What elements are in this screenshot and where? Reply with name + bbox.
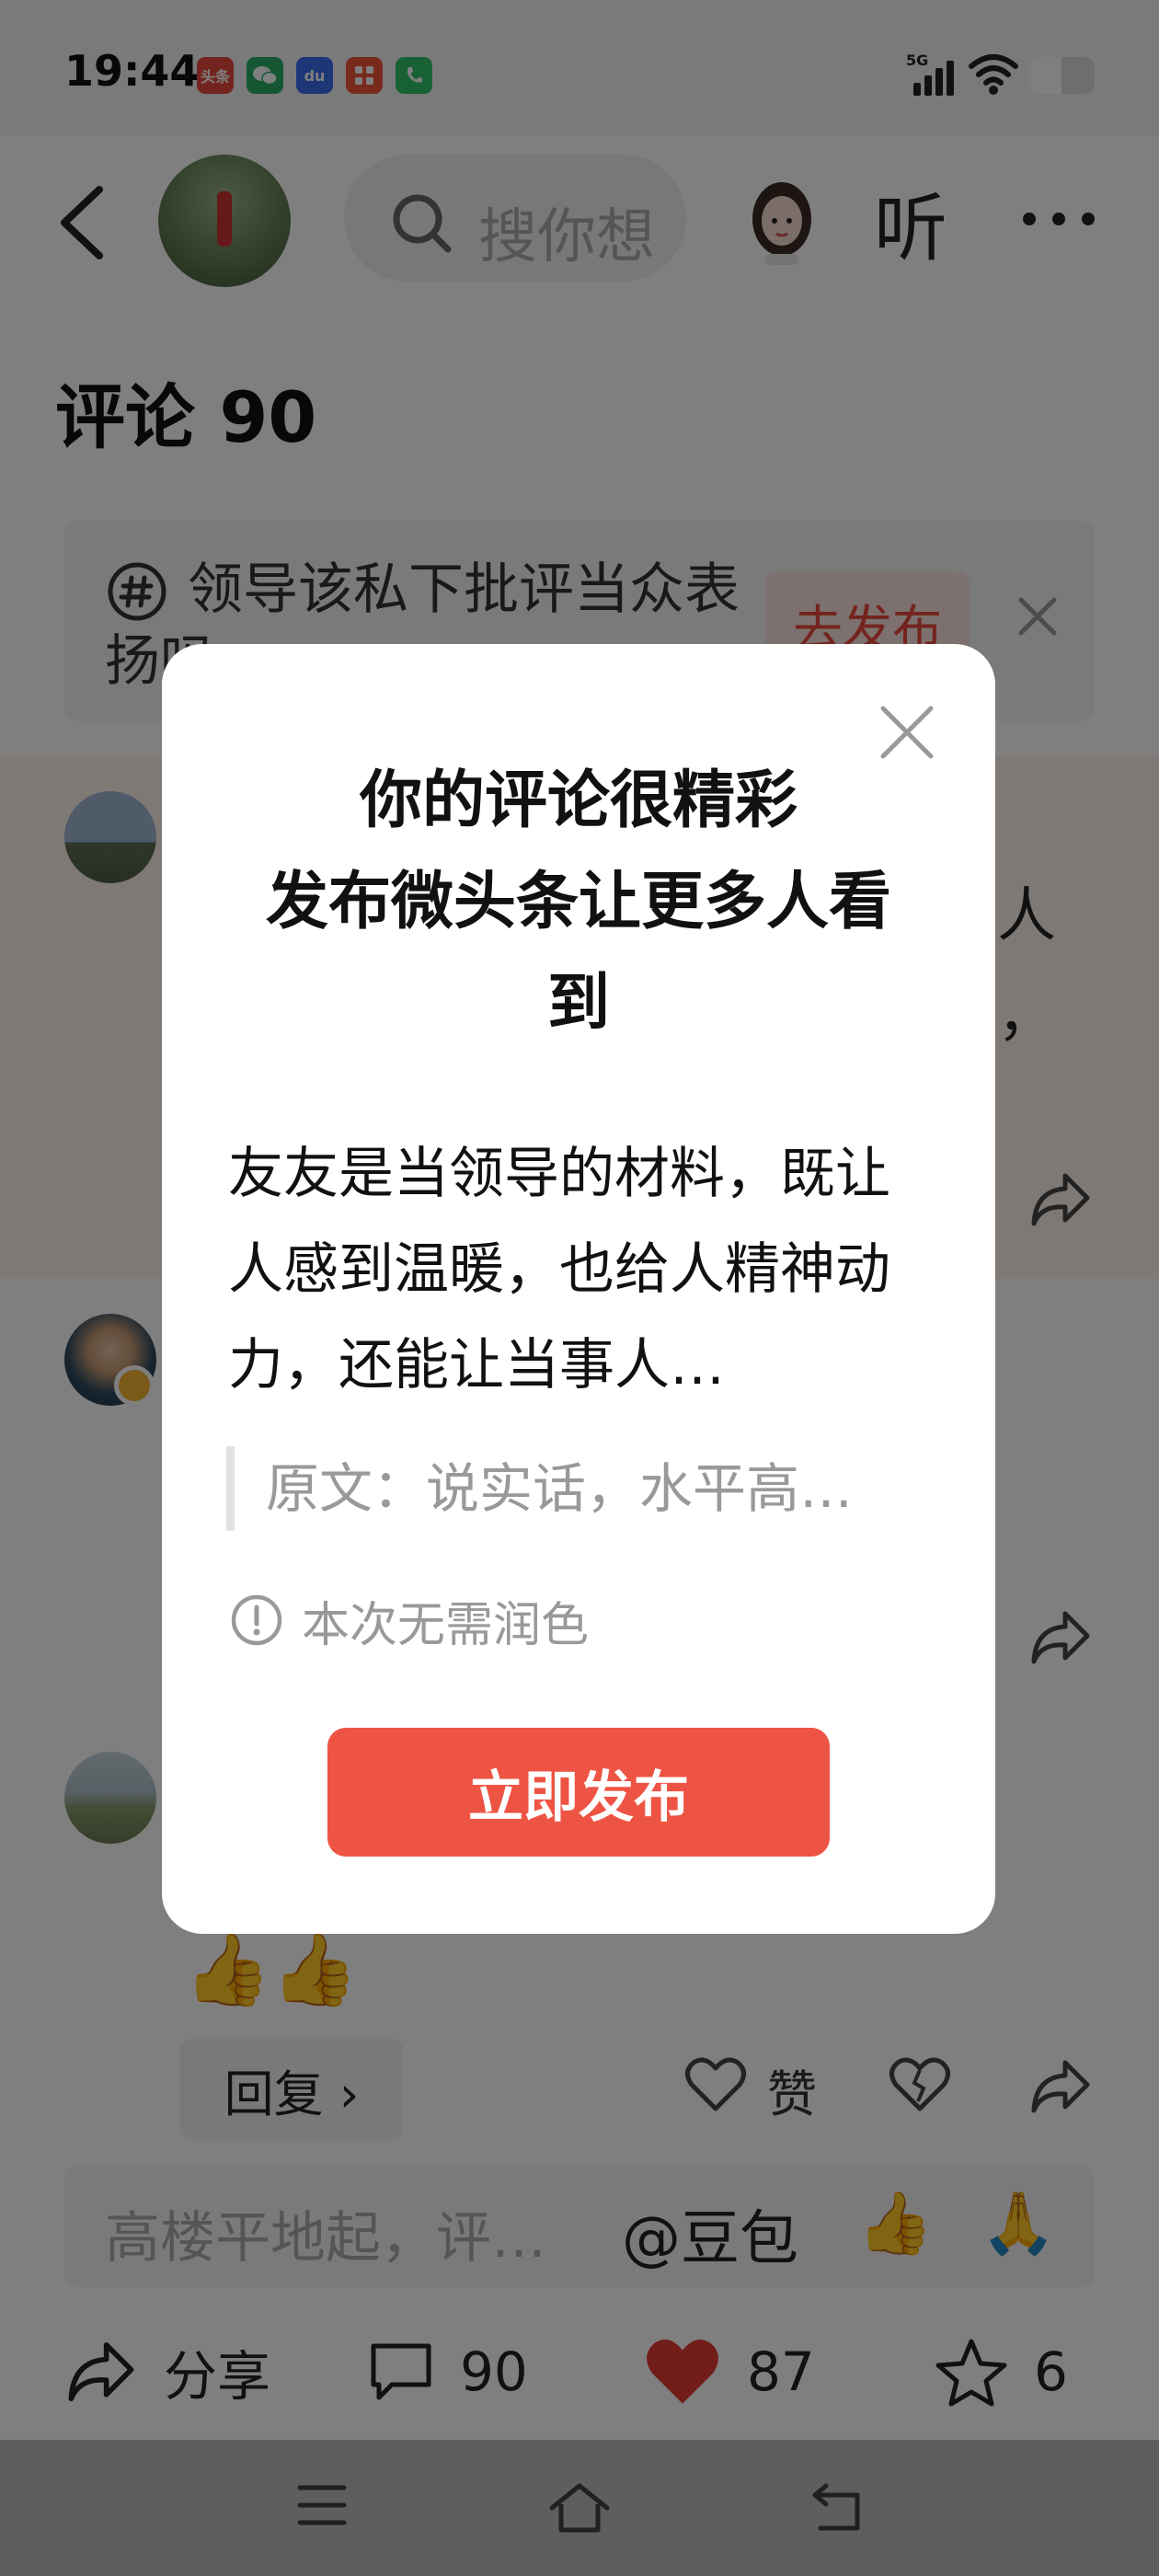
nav-bar-scrim (0, 2440, 1159, 2576)
info-icon (231, 1594, 282, 1646)
publish-dialog: 你的评论很精彩 发布微头条让更多人看到 友友是当领导的材料，既让人感到温暖，也给… (162, 644, 995, 1934)
polish-note-text: 本次无需润色 (302, 1597, 590, 1653)
original-quote: 原文：说实话，水平高… (226, 1446, 889, 1531)
publish-now-button[interactable]: 立即发布 (327, 1728, 830, 1857)
polish-note: 本次无需润色 (230, 1588, 590, 1653)
screen: { "status_bar": { "time": "19:44", "apps… (0, 0, 1159, 2576)
dialog-title: 你的评论很精彩 发布微头条让更多人看到 (235, 751, 922, 1054)
status-bar-scrim (0, 0, 1159, 136)
dialog-title-line1: 你的评论很精彩 (359, 765, 798, 837)
dialog-comment-body: 友友是当领导的材料，既让人感到温暖，也给人精神动力，还能让当事人… (228, 1142, 890, 1397)
dialog-title-line2: 发布微头条让更多人看到 (265, 866, 891, 1040)
